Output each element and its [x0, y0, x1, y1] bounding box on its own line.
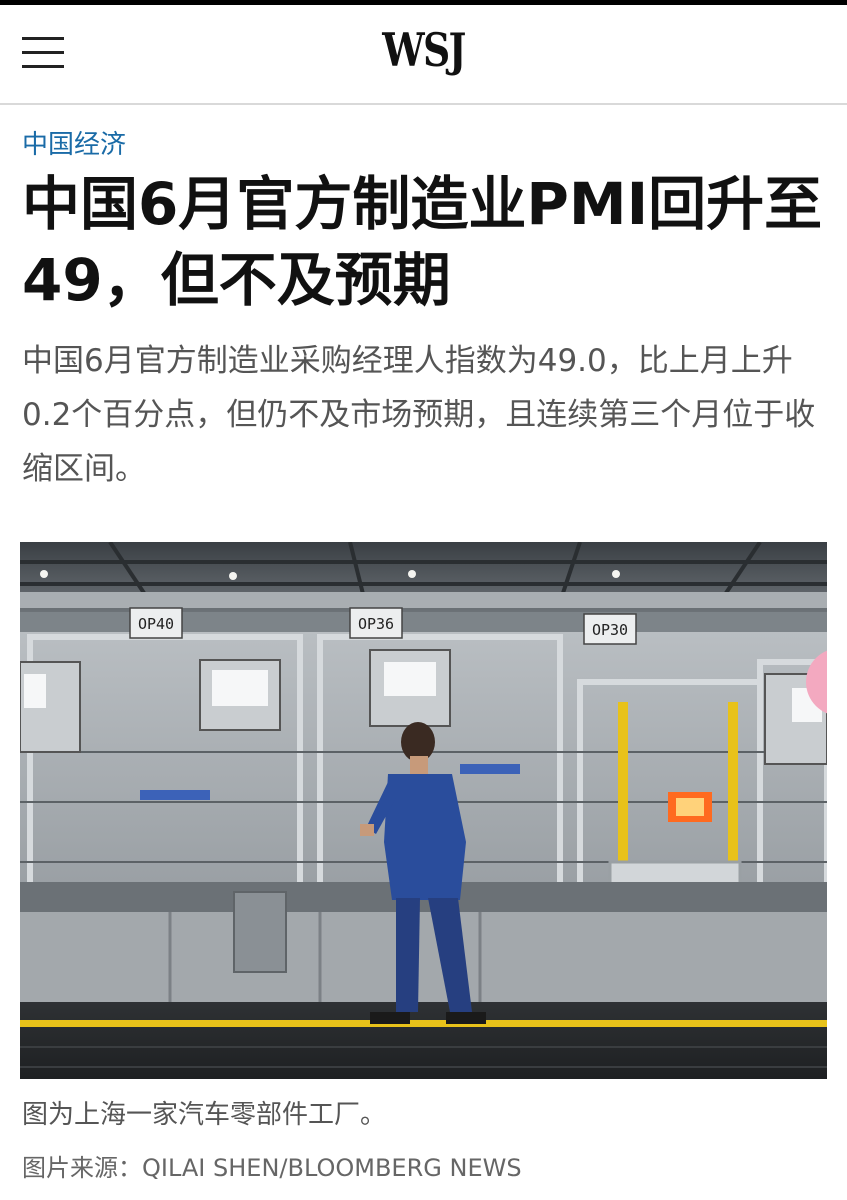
photo-credit: 图片来源：QILAI SHEN/BLOOMBERG NEWS	[22, 1154, 522, 1182]
article-headline: 中国6月官方制造业PMI回升至49，但不及预期	[22, 170, 823, 314]
hamburger-menu-icon[interactable]	[22, 33, 64, 73]
wsj-logo[interactable]: WSJ	[76, 23, 771, 77]
factory-photo-illustration: OP40 OP36 OP30	[20, 542, 827, 1079]
article-summary: 中国6月官方制造业采购经理人指数为49.0，比上月上升0.2个百分点，但仍不及市…	[22, 343, 816, 487]
menu-line	[22, 65, 64, 68]
site-header: WSJ	[0, 5, 847, 105]
station-label-op36: OP36	[358, 615, 394, 633]
article-photo: OP40 OP36 OP30	[20, 542, 827, 1079]
section-link[interactable]: 中国经济	[22, 124, 126, 161]
station-label-op40: OP40	[138, 615, 174, 633]
menu-line	[22, 37, 64, 40]
station-label-op30: OP30	[592, 621, 628, 639]
photo-caption: 图为上海一家汽车零部件工厂。	[22, 1100, 387, 1130]
menu-line	[22, 51, 64, 54]
